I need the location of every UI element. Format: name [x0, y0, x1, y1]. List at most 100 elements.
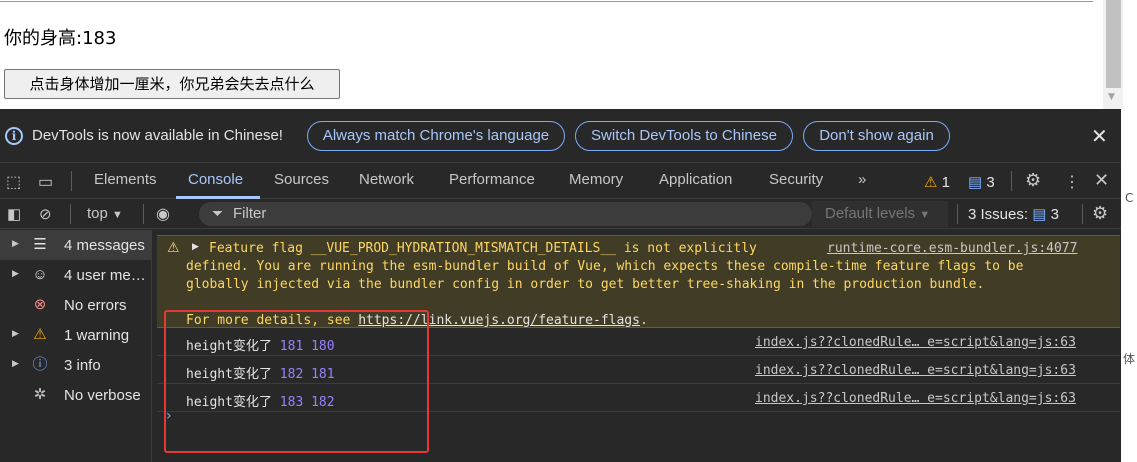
sidebar-item-label: 1 warning [64, 327, 130, 344]
log-text: height变化了 181 180 [186, 335, 335, 354]
log-source-link[interactable]: index.js??clonedRule… e=script&lang=js:6… [755, 363, 1076, 378]
expand-arrow-icon[interactable]: ▶ [12, 328, 19, 339]
height-display: 你的身高:183 [4, 28, 117, 49]
tab-console[interactable]: Console [188, 171, 243, 188]
log-row[interactable]: height变化了 183 182 index.js??clonedRule… … [157, 384, 1120, 412]
sidebar-item-errors[interactable]: ⊗ No errors [0, 290, 151, 320]
feature-flags-link[interactable]: https://link.vuejs.org/feature-flags [358, 313, 640, 328]
divider [957, 204, 958, 224]
dropdown-arrow-icon: ▼ [919, 209, 931, 221]
log-source-link[interactable]: index.js??clonedRule… e=script&lang=js:6… [755, 391, 1076, 406]
clear-console-icon[interactable]: ⊘ [39, 205, 52, 223]
page-margin [1123, 0, 1137, 109]
log-values: 181 180 [279, 339, 335, 354]
warning-count-badge[interactable]: ⚠ 1 [924, 173, 950, 191]
sidebar-item-label: No errors [64, 297, 127, 314]
divider [1082, 204, 1083, 224]
warning-message[interactable]: ⚠ ▶ Feature flag __VUE_PROD_HYDRATION_MI… [157, 235, 1120, 328]
issues-icon: ▤ [1032, 206, 1047, 223]
context-selector[interactable]: top ▼ [87, 205, 123, 222]
expand-arrow-icon[interactable]: ▶ [12, 238, 19, 249]
sidebar-item-warnings[interactable]: ▶ ⚠ 1 warning [0, 320, 151, 350]
expand-arrow-icon[interactable]: ▶ [12, 358, 19, 369]
web-page: 你的身高:183 点击身体增加一厘米，你兄弟会失去点什么 ▼ [0, 0, 1137, 109]
divider [70, 204, 71, 224]
list-icon: ☰ [33, 236, 47, 253]
console-settings-gear-icon[interactable]: ⚙ [1092, 203, 1108, 224]
log-source-link[interactable]: index.js??clonedRule… e=script&lang=js:6… [755, 335, 1076, 350]
sidebar-item-label: 4 messages [64, 237, 145, 254]
warning-source-link[interactable]: runtime-core.esm-bundler.js:4077 [827, 241, 1077, 256]
tab-security[interactable]: Security [769, 171, 823, 188]
filter-input[interactable] [199, 202, 812, 226]
live-expression-eye-icon[interactable]: ◉ [156, 204, 170, 224]
details-suffix: . [639, 313, 648, 328]
sidebar-item-user-messages[interactable]: ▶ ☺ 4 user me… [0, 260, 151, 290]
log-values: 182 181 [279, 367, 335, 382]
tab-performance[interactable]: Performance [449, 171, 535, 188]
settings-gear-icon[interactable]: ⚙ [1025, 170, 1041, 191]
always-match-language-button[interactable]: Always match Chrome's language [307, 121, 565, 151]
log-row[interactable]: height变化了 181 180 index.js??clonedRule… … [157, 328, 1120, 356]
page-scrollbar-thumb[interactable] [1106, 0, 1121, 88]
warning-text-line: Feature flag __VUE_PROD_HYDRATION_MISMAT… [209, 241, 757, 256]
sidebar-item-messages[interactable]: ▶ ☰ 4 messages [0, 230, 151, 260]
devtools-panel: i DevTools is now available in Chinese! … [0, 109, 1121, 462]
levels-text: Default levels [825, 205, 916, 222]
log-text: height变化了 183 182 [186, 391, 335, 410]
message-badge-icon: ▤ [968, 174, 983, 191]
close-icon[interactable]: ✕ [1091, 124, 1108, 149]
context-label: top [87, 205, 108, 222]
log-message: height变化了 [186, 339, 280, 354]
issues-button[interactable]: 3 Issues: ▤ 3 [968, 205, 1059, 223]
increase-height-button[interactable]: 点击身体增加一厘米，你兄弟会失去点什么 [4, 69, 340, 99]
log-values: 183 182 [279, 395, 335, 410]
sidebar-item-label: No verbose [64, 387, 141, 404]
log-row[interactable]: height变化了 182 181 index.js??clonedRule… … [157, 356, 1120, 384]
expand-arrow-icon[interactable]: ▶ [192, 242, 199, 252]
console-toolbar: ◧ ⊘ top ▼ ◉ ⏷ Filter Default levels ▼ 3 … [0, 199, 1121, 229]
tab-application[interactable]: Application [659, 171, 732, 188]
sidebar-toggle-icon[interactable]: ◧ [7, 205, 21, 223]
sidebar-item-verbose[interactable]: ✲ No verbose [0, 380, 151, 410]
console-messages: ⚠ ▶ Feature flag __VUE_PROD_HYDRATION_MI… [152, 230, 1121, 462]
warning-details-line: For more details, see https://link.vuejs… [186, 313, 648, 328]
log-message: height变化了 [186, 367, 280, 382]
message-count: 3 [986, 174, 995, 191]
warning-badge-icon: ⚠ [924, 174, 938, 191]
scroll-down-arrow-icon[interactable]: ▼ [1108, 92, 1115, 102]
infobar-message: DevTools is now available in Chinese! [32, 127, 283, 144]
divider [71, 171, 72, 191]
page-edge-fragment: 体 [1123, 352, 1136, 366]
log-levels-label: Default levels ▼ [825, 205, 930, 222]
info-icon: ⓘ [32, 356, 48, 373]
info-icon: i [5, 127, 23, 145]
sidebar-item-info[interactable]: ▶ ⓘ 3 info [0, 350, 151, 380]
filter-funnel-icon: ⏷ [212, 205, 224, 221]
switch-to-chinese-button[interactable]: Switch DevTools to Chinese [575, 121, 793, 151]
device-toolbar-icon[interactable]: ▭ [38, 172, 53, 192]
log-message: height变化了 [186, 395, 280, 410]
issues-count: 3 [1050, 206, 1059, 223]
close-devtools-icon[interactable]: ✕ [1094, 170, 1109, 191]
console-sidebar: ▶ ☰ 4 messages ▶ ☺ 4 user me… ⊗ No error… [0, 230, 152, 462]
warning-count: 1 [941, 174, 950, 191]
language-infobar: i DevTools is now available in Chinese! … [0, 109, 1121, 163]
dropdown-arrow-icon: ▼ [112, 209, 123, 221]
issues-label: 3 Issues: [968, 206, 1029, 223]
tab-network[interactable]: Network [359, 171, 414, 188]
message-count-badge[interactable]: ▤ 3 [968, 173, 995, 191]
tab-memory[interactable]: Memory [569, 171, 623, 188]
sidebar-item-label: 4 user me… [64, 267, 146, 284]
inspect-element-icon[interactable]: ⬚ [6, 172, 21, 192]
warning-text-line: defined. You are running the esm-bundler… [186, 259, 1024, 274]
more-options-icon[interactable]: ⋮ [1064, 172, 1080, 192]
expand-arrow-icon[interactable]: ▶ [12, 268, 19, 279]
page-edge-fragment: C [1125, 191, 1134, 205]
error-icon: ⊗ [33, 296, 47, 313]
tab-sources[interactable]: Sources [274, 171, 329, 188]
dont-show-again-button[interactable]: Don't show again [803, 121, 950, 151]
tab-elements[interactable]: Elements [94, 171, 157, 188]
more-tabs-icon[interactable]: » [858, 171, 866, 188]
console-prompt-icon[interactable]: › [166, 408, 172, 424]
